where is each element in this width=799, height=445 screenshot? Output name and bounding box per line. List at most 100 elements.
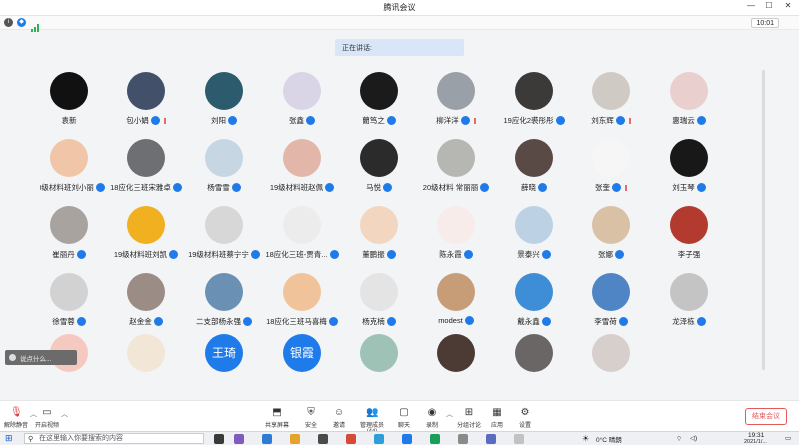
network-signal-icon <box>626 118 631 124</box>
taskbar-date[interactable]: 2021/1/... <box>744 439 767 445</box>
participant-tile[interactable] <box>571 334 651 372</box>
participant-tile[interactable]: 龙泽栋 <box>649 273 729 339</box>
close-icon[interactable]: ✕ <box>781 1 795 10</box>
notification-icon[interactable]: ▭ <box>785 434 791 442</box>
participant-tile[interactable] <box>339 334 419 372</box>
participant-tile[interactable]: 刘玉琴 <box>649 139 729 205</box>
mic-icon <box>538 183 547 192</box>
participant-tile[interactable]: 崔丽丹 <box>40 206 109 272</box>
network-icon[interactable]: ⌔ <box>676 434 682 443</box>
participant-name: 景泰兴 <box>517 250 540 259</box>
participant-tile[interactable]: 包小娟 <box>106 72 186 138</box>
participant-tile[interactable]: 戴永鑫 <box>494 273 574 339</box>
participant-tile[interactable]: 陈永霞 <box>416 206 496 272</box>
participant-tile[interactable]: 19级材料班赵佩 <box>262 139 342 205</box>
participant-tile[interactable]: 马悦 <box>339 139 419 205</box>
participant-tile[interactable]: 银霞 <box>262 334 342 372</box>
meeting-app-icon[interactable] <box>402 434 412 444</box>
maximize-icon[interactable]: ☐ <box>762 1 776 10</box>
taskbar-app-icon[interactable] <box>514 434 524 444</box>
taskbar-app-icon[interactable] <box>346 434 356 444</box>
store-icon[interactable] <box>318 434 328 444</box>
os-taskbar: ⊞ ⚲ 在这里输入你要搜索的内容 ☀ 0°C 晴朗 ⌔ ◁) 19:31 202… <box>0 431 799 445</box>
participant-tile[interactable]: 张鑫 <box>262 72 342 138</box>
participant-tile[interactable]: modest <box>416 273 496 339</box>
participant-tile[interactable]: 18应化三班宋雅卓 <box>106 139 186 205</box>
chat-button[interactable]: ▢ 聊天 <box>390 407 418 429</box>
participant-tile[interactable]: 杨雪雪 <box>184 139 264 205</box>
participant-tile[interactable]: 20级材料班刘小丽 <box>40 139 109 205</box>
apps-button[interactable]: ▦ 应用 <box>483 407 511 429</box>
participant-tile[interactable]: 赵金金 <box>106 273 186 339</box>
windows-icon[interactable]: ⊞ <box>5 434 14 443</box>
participant-tile[interactable]: 薛晓 <box>494 139 574 205</box>
participant-tile[interactable]: 20级材料 常丽丽 <box>416 139 496 205</box>
share-screen-button[interactable]: ⬒ 共享屏幕 <box>263 407 291 429</box>
participant-tile[interactable]: 惠瑞云 <box>649 72 729 138</box>
participant-avatar <box>283 139 321 177</box>
task-view-icon[interactable] <box>214 434 224 444</box>
participant-tile[interactable]: 张娜 <box>571 206 651 272</box>
participant-tile[interactable]: 王琦 <box>184 334 264 372</box>
end-meeting-button[interactable]: 结束会议 <box>745 408 787 425</box>
participant-tile[interactable]: 18应化三班-贾青... <box>262 206 342 272</box>
participant-tile[interactable]: 袁新 <box>40 72 109 138</box>
participant-tile[interactable]: 藺笃之 <box>339 72 419 138</box>
breakout-button[interactable]: ⊞ 分组讨论 <box>455 407 483 429</box>
participant-tile[interactable]: 徐雪蓉 <box>40 273 109 339</box>
participant-avatar <box>127 139 165 177</box>
participant-tile[interactable]: 19应化2裘彤彤 <box>494 72 574 138</box>
participant-tile[interactable]: 19级材料班刘凯 <box>106 206 186 272</box>
taskbar-app-icon[interactable] <box>430 434 440 444</box>
mic-icon <box>541 250 551 259</box>
folder-icon[interactable] <box>290 434 300 444</box>
browser-icon[interactable] <box>262 434 272 444</box>
quick-chat-input[interactable]: 说点什么... <box>5 350 77 365</box>
participant-tile[interactable]: 19级材料班蔡宁宁 <box>184 206 264 272</box>
video-button[interactable]: ▭ 开启视频 <box>33 407 61 429</box>
mic-icon <box>306 116 315 125</box>
participant-tile[interactable]: 刘东辉 <box>571 72 651 138</box>
participant-tile[interactable]: 李子强 <box>649 206 729 272</box>
settings-button[interactable]: ⚙ 设置 <box>511 407 539 429</box>
info-icon[interactable]: i <box>4 18 13 27</box>
participant-tile[interactable]: 杨克楠 <box>339 273 419 339</box>
participant-tile[interactable]: 景泰兴 <box>494 206 574 272</box>
participant-tile[interactable]: 董鹏振 <box>339 206 419 272</box>
participant-avatar <box>205 139 243 177</box>
taskbar-search-input[interactable]: ⚲ 在这里输入你要搜索的内容 <box>24 433 204 444</box>
participant-tile[interactable]: 刘阳 <box>184 72 264 138</box>
taskbar-app-icon[interactable] <box>458 434 468 444</box>
taskbar-app-icon[interactable] <box>486 434 496 444</box>
participant-tile[interactable] <box>416 334 496 372</box>
chat-bubble-icon <box>9 354 16 361</box>
security-button[interactable]: ⛨ 安全 <box>297 407 325 429</box>
record-options-chevron-icon[interactable]: ︿ <box>446 409 453 419</box>
participant-tile[interactable]: 柳洋洋 <box>416 72 496 138</box>
taskbar-app-icon[interactable] <box>234 434 244 444</box>
participant-tile[interactable]: 18应化三班马喜梅 <box>262 273 342 339</box>
participant-name: 19级材料班蔡宁宁 <box>188 250 249 259</box>
participant-tile[interactable]: 二支部杨永强 <box>184 273 264 339</box>
breakout-icon: ⊞ <box>464 407 474 418</box>
record-button[interactable]: ◉ 录制 <box>418 407 446 429</box>
participant-tile[interactable]: 李雪荷 <box>571 273 651 339</box>
mic-icon <box>464 316 474 325</box>
invite-button[interactable]: ☺ 邀请 <box>325 407 353 429</box>
participant-tile[interactable] <box>494 334 574 372</box>
camera-off-icon: ▭ <box>42 407 52 418</box>
taskbar-app-icon[interactable] <box>374 434 384 444</box>
participant-tile[interactable]: 张奎 <box>571 139 651 205</box>
volume-icon[interactable]: ◁) <box>690 434 697 442</box>
taskbar-time[interactable]: 19:31 <box>748 432 764 439</box>
video-options-chevron-icon[interactable]: ︿ <box>61 409 68 419</box>
grid-scrollbar[interactable] <box>762 70 765 370</box>
participant-name: 刘东辉 <box>591 116 614 125</box>
mute-button[interactable]: 🎙 解除静音 <box>2 407 30 429</box>
signal-icon[interactable] <box>31 19 40 32</box>
weather-text[interactable]: 0°C 晴朗 <box>596 434 622 444</box>
participant-name: 袁新 <box>61 116 77 125</box>
minimize-icon[interactable]: — <box>744 1 758 10</box>
participant-tile[interactable] <box>106 334 186 372</box>
shield-icon[interactable]: ◆ <box>17 18 26 27</box>
